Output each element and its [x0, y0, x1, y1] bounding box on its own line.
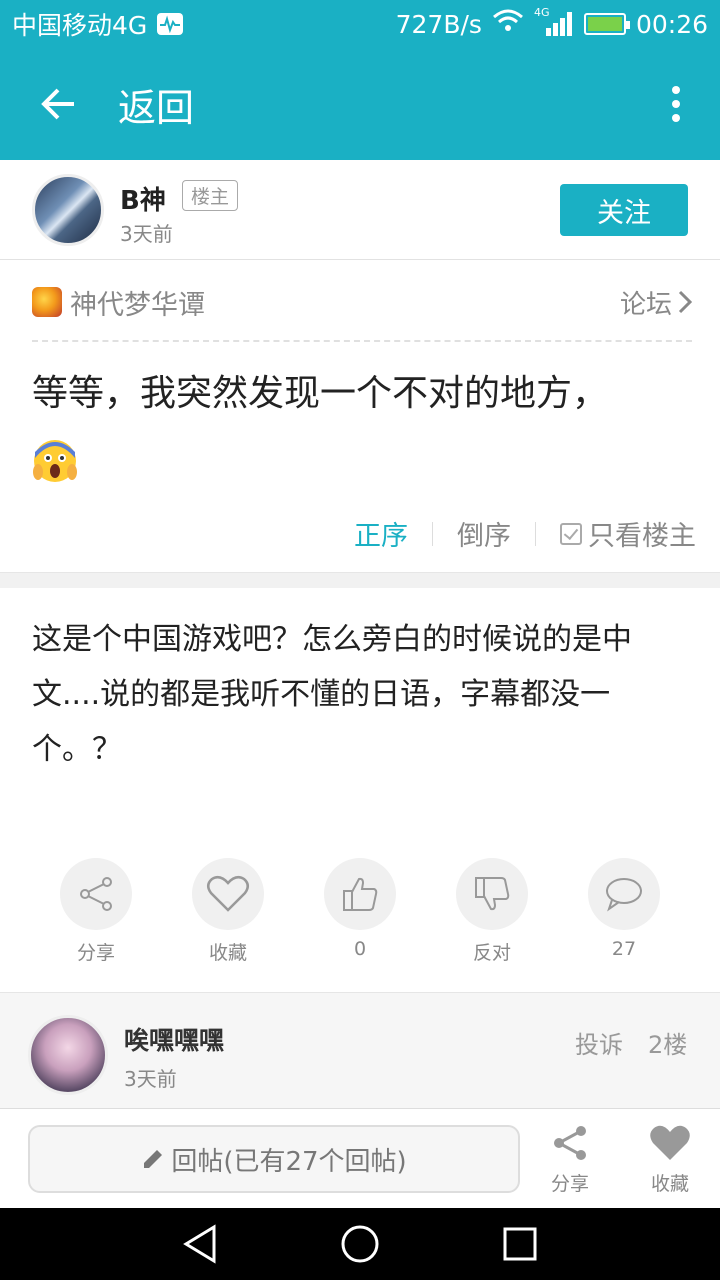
clock: 00:26	[635, 9, 708, 39]
forum-link-label: 论坛	[619, 289, 672, 320]
op-badge: 楼主	[182, 180, 239, 211]
comment-icon[interactable]	[588, 858, 660, 930]
favorite-label: 收藏	[208, 942, 247, 964]
scream-emoji-icon	[32, 438, 78, 488]
nav-back-icon[interactable]	[178, 1222, 222, 1266]
author-row: B神 楼主 3天前 关注	[0, 160, 720, 260]
only-op-checkbox[interactable]	[560, 522, 582, 545]
sort-controls: 正序 倒序 只看楼主	[354, 514, 696, 553]
sort-desc-tab[interactable]: 倒序	[457, 514, 511, 553]
report-button[interactable]: 投诉	[575, 1025, 623, 1060]
section-gap	[0, 572, 720, 588]
bottom-share-label: 分享	[550, 1173, 589, 1195]
reply-input[interactable]: 回帖(已有27个回帖)	[28, 1125, 520, 1193]
post-time: 3天前	[120, 222, 173, 246]
post-header: 神代梦华谭 论坛 等等，我突然发现一个不对的地方， 正序 倒序 只看楼主	[0, 262, 720, 572]
comment-action[interactable]: 27	[574, 858, 674, 960]
share-icon[interactable]	[60, 858, 132, 930]
nav-recents-icon[interactable]	[498, 1222, 542, 1266]
health-app-icon	[157, 13, 184, 35]
action-row: 分享 收藏 0 反对 27	[0, 858, 720, 978]
carrier-label: 中国移动4G	[12, 11, 148, 40]
reply-item[interactable]: 唉嘿嘿嘿 3天前 投诉 2楼	[0, 992, 720, 1108]
post-title: 等等，我突然发现一个不对的地方，	[32, 373, 609, 414]
sort-separator	[432, 521, 433, 546]
network-speed: 727B/s	[395, 9, 482, 39]
forum-link[interactable]: 论坛	[620, 284, 692, 321]
heart-icon[interactable]	[192, 858, 264, 930]
forum-name: 神代梦华谭	[70, 289, 205, 321]
bottom-bar: 回帖(已有27个回帖) 分享 收藏	[0, 1108, 720, 1208]
heart-icon	[650, 1125, 690, 1160]
sort-separator	[535, 521, 536, 546]
back-label[interactable]: 返回	[118, 77, 194, 132]
reply-author-name[interactable]: 唉嘿嘿嘿	[124, 1021, 224, 1057]
reply-placeholder: 回帖(已有27个回帖)	[171, 1146, 407, 1177]
reply-time: 3天前	[124, 1067, 177, 1091]
like-count: 0	[353, 938, 367, 960]
favorite-action[interactable]: 收藏	[178, 858, 278, 965]
battery-icon	[583, 13, 630, 35]
more-vertical-icon[interactable]	[646, 74, 706, 134]
bottom-favorite-label: 收藏	[650, 1173, 689, 1195]
comment-count: 27	[611, 938, 637, 960]
reply-avatar[interactable]	[28, 1015, 108, 1095]
bottom-favorite-button[interactable]: 收藏	[630, 1123, 710, 1196]
share-label: 分享	[76, 942, 115, 964]
thumbs-down-icon[interactable]	[456, 858, 528, 930]
nav-home-icon[interactable]	[338, 1222, 382, 1266]
dashed-divider	[32, 340, 692, 342]
like-action[interactable]: 0	[310, 858, 410, 960]
share-icon	[554, 1126, 586, 1160]
app-bar: 返回	[0, 48, 720, 160]
status-bar: 中国移动4G 727B/s 4G 00:26	[0, 0, 720, 48]
oppose-action[interactable]: 反对	[442, 858, 542, 965]
bottom-share-button[interactable]: 分享	[530, 1123, 610, 1196]
signal-icon: 4G	[534, 6, 574, 38]
forum-row[interactable]: 神代梦华谭 论坛	[32, 282, 692, 322]
author-name[interactable]: B神	[120, 180, 166, 217]
share-action[interactable]: 分享	[46, 858, 146, 965]
pencil-icon	[144, 1150, 163, 1168]
arrow-left-icon[interactable]	[28, 74, 88, 134]
post-content: 这是个中国游戏吧？怎么旁白的时候说的是中文....说的都是我听不懂的日语，字幕都…	[32, 622, 632, 767]
wifi-icon	[492, 9, 524, 39]
sort-asc-tab[interactable]: 正序	[354, 514, 408, 553]
thumbs-up-icon[interactable]	[324, 858, 396, 930]
game-icon	[32, 287, 62, 317]
floor-number: 2楼	[648, 1031, 688, 1059]
only-op-label[interactable]: 只看楼主	[588, 514, 696, 553]
follow-button[interactable]: 关注	[560, 184, 688, 236]
system-nav-bar	[0, 1208, 720, 1280]
chevron-right-icon	[678, 290, 692, 314]
oppose-label: 反对	[472, 942, 511, 964]
author-avatar[interactable]	[32, 174, 104, 246]
